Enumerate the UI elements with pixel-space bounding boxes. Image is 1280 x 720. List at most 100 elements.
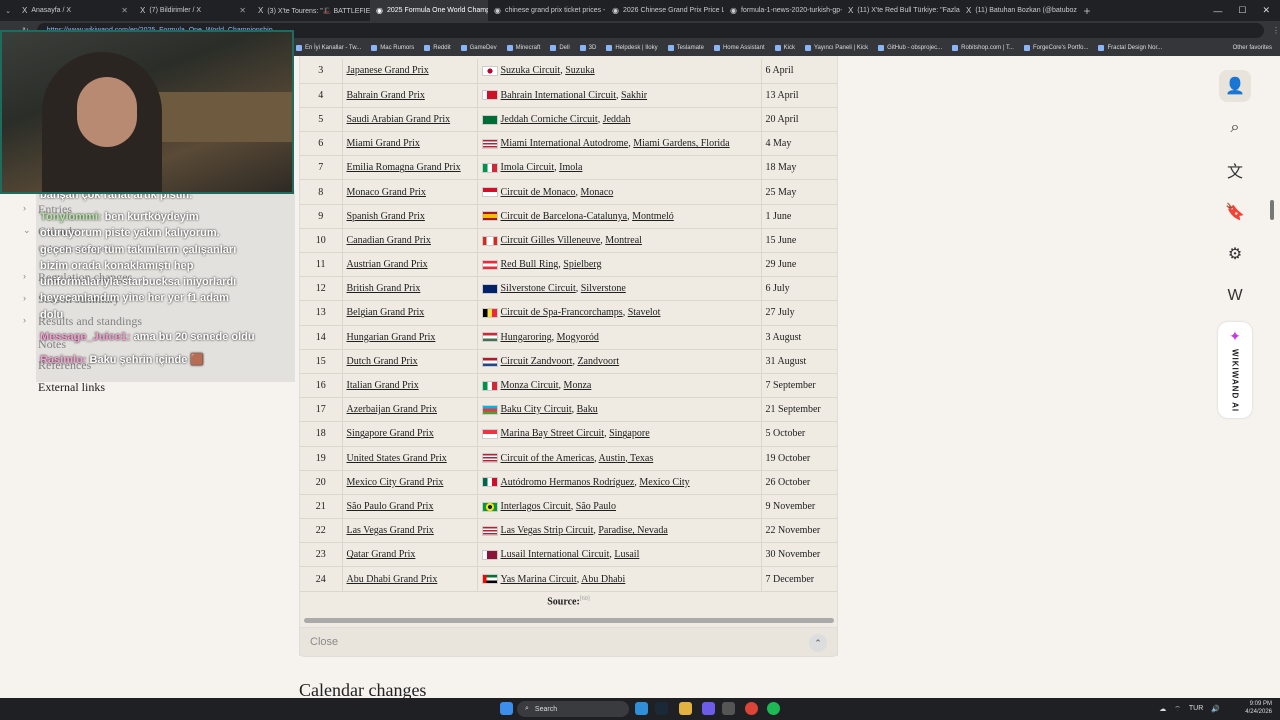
- circuit-link[interactable]: Miami International Autodrome: [501, 138, 629, 149]
- new-tab-icon[interactable]: +: [1078, 4, 1096, 18]
- circuit-link[interactable]: Baku City Circuit: [501, 404, 572, 415]
- city-link[interactable]: Baku: [577, 404, 598, 415]
- grand-prix-link[interactable]: Miami Grand Prix: [347, 138, 420, 149]
- bookmark-item[interactable]: Minecraft: [506, 45, 540, 51]
- folder-icon[interactable]: [679, 702, 692, 715]
- circuit-link[interactable]: Yas Marina Circuit: [501, 574, 577, 585]
- settings-icon[interactable]: ⚙: [1219, 238, 1251, 270]
- close-window-icon[interactable]: ✕: [1262, 5, 1270, 16]
- city-link[interactable]: Imola: [559, 162, 582, 173]
- grand-prix-link[interactable]: Monaco Grand Prix: [347, 187, 426, 198]
- browser-tab[interactable]: X(3) X'te Tourens: "🎩 BATTLEFIELD✕: [252, 0, 370, 21]
- city-link[interactable]: Suzuka: [565, 65, 594, 76]
- circuit-link[interactable]: Circuit Gilles Villeneuve: [501, 235, 601, 246]
- circuit-link[interactable]: Las Vegas Strip Circuit: [501, 525, 594, 536]
- city-link[interactable]: Spielberg: [563, 259, 601, 270]
- bookmark-item[interactable]: ForgeCore's Portfo...: [1023, 45, 1088, 51]
- page-scrollbar[interactable]: [1270, 200, 1274, 220]
- chevron-up-icon[interactable]: ⌃: [809, 634, 827, 652]
- bookmark-item[interactable]: En İyi Kanallar - Tw...: [296, 45, 361, 51]
- chevron-down-icon[interactable]: ⌄: [23, 225, 31, 236]
- circuit-link[interactable]: Autódromo Hermanos Rodríguez: [501, 477, 635, 488]
- taskbar-search[interactable]: ⌕ Search: [517, 701, 629, 717]
- bookmark-item[interactable]: Helpdesk | Iloky: [606, 45, 658, 51]
- circuit-link[interactable]: Suzuka Circuit: [501, 65, 561, 76]
- close-tab-icon[interactable]: ✕: [239, 6, 246, 15]
- chrome-icon[interactable]: [745, 702, 758, 715]
- edge-icon[interactable]: [635, 702, 648, 715]
- bookmark-item[interactable]: Fractal Design Nor...: [1098, 45, 1162, 51]
- bookmark-icon[interactable]: 🔖: [1219, 196, 1251, 228]
- bookmark-item[interactable]: Yayıncı Paneli | Kick: [804, 45, 868, 51]
- city-link[interactable]: Jeddah: [603, 114, 631, 125]
- circuit-link[interactable]: Monza Circuit: [501, 380, 559, 391]
- circuit-link[interactable]: Circuit de Monaco: [501, 187, 576, 198]
- grand-prix-link[interactable]: Singapore Grand Prix: [347, 428, 434, 439]
- cloud-icon[interactable]: ☁: [1159, 705, 1166, 714]
- city-link[interactable]: Austin, Texas: [599, 453, 654, 464]
- start-icon[interactable]: [500, 702, 513, 715]
- grand-prix-link[interactable]: Spanish Grand Prix: [347, 211, 425, 222]
- grand-prix-link[interactable]: Abu Dhabi Grand Prix: [347, 574, 438, 585]
- bookmark-item[interactable]: Dell: [550, 45, 570, 51]
- city-link[interactable]: Mexico City: [639, 477, 689, 488]
- search-icon[interactable]: ⌕: [1219, 112, 1251, 144]
- city-link[interactable]: Silverstone: [581, 283, 626, 294]
- grand-prix-link[interactable]: Italian Grand Prix: [347, 380, 419, 391]
- city-link[interactable]: Monaco: [580, 187, 613, 198]
- volume-icon[interactable]: 🔊: [1211, 705, 1220, 714]
- bookmark-item[interactable]: 3D: [579, 45, 596, 51]
- circuit-link[interactable]: Silverstone Circuit: [501, 283, 576, 294]
- grand-prix-link[interactable]: Hungarian Grand Prix: [347, 332, 436, 343]
- grand-prix-link[interactable]: United States Grand Prix: [347, 453, 447, 464]
- spotify-icon[interactable]: [767, 702, 780, 715]
- circuit-link[interactable]: Lusail International Circuit: [501, 549, 610, 560]
- bookmark-item[interactable]: Robitshop.com | T...: [952, 45, 1014, 51]
- lang-indicator[interactable]: TUR: [1189, 705, 1203, 714]
- bookmark-item[interactable]: Mac Rumors: [371, 45, 414, 51]
- circuit-link[interactable]: Circuit Zandvoort: [501, 356, 573, 367]
- wikiwand-logo-icon[interactable]: W: [1219, 280, 1251, 312]
- circuit-link[interactable]: Jeddah Corniche Circuit: [501, 114, 598, 125]
- browser-tab[interactable]: ◉chinese grand prix ticket prices -✕: [488, 0, 606, 21]
- translate-icon[interactable]: 文: [1219, 154, 1251, 186]
- chevron-right-icon[interactable]: ›: [23, 315, 26, 325]
- wifi-icon[interactable]: ⌔: [1174, 705, 1181, 714]
- circuit-link[interactable]: Marina Bay Street Circuit: [501, 428, 605, 439]
- browser-tab[interactable]: X(11) Batuhan Bozkan (@batuboz✕: [960, 0, 1078, 21]
- circuit-link[interactable]: Bahrain International Circuit: [501, 90, 617, 101]
- browser-tab[interactable]: X Anasayfa / X ✕: [16, 0, 134, 21]
- grand-prix-link[interactable]: Japanese Grand Prix: [347, 65, 429, 76]
- close-tab-icon[interactable]: ✕: [121, 6, 128, 15]
- circuit-link[interactable]: Interlagos Circuit: [501, 501, 571, 512]
- circuit-link[interactable]: Imola Circuit: [501, 162, 555, 173]
- city-link[interactable]: Abu Dhabi: [581, 574, 625, 585]
- city-link[interactable]: Lusail: [614, 549, 639, 560]
- city-link[interactable]: Monza: [564, 380, 592, 391]
- city-link[interactable]: São Paulo: [576, 501, 616, 512]
- grand-prix-link[interactable]: Dutch Grand Prix: [347, 356, 418, 367]
- grand-prix-link[interactable]: British Grand Prix: [347, 283, 421, 294]
- grand-prix-link[interactable]: Las Vegas Grand Prix: [347, 525, 434, 536]
- city-link[interactable]: Miami Gardens, Florida: [633, 138, 729, 149]
- city-link[interactable]: Paradise, Nevada: [598, 525, 667, 536]
- toc-item[interactable]: External links: [38, 380, 105, 395]
- city-link[interactable]: Sakhir: [621, 90, 647, 101]
- close-table-bar[interactable]: Close ⌃: [299, 627, 838, 657]
- discord-icon[interactable]: [702, 702, 715, 715]
- grand-prix-link[interactable]: Emilia Romagna Grand Prix: [347, 162, 461, 173]
- circuit-link[interactable]: Circuit de Spa-Francorchamps: [501, 307, 623, 318]
- bookmark-item[interactable]: Kick: [774, 45, 795, 51]
- chevron-right-icon[interactable]: ›: [23, 293, 26, 303]
- extensions-icon[interactable]: ⋮: [1272, 26, 1280, 35]
- bookmark-item[interactable]: Reddit: [424, 45, 451, 51]
- grand-prix-link[interactable]: Azerbaijan Grand Prix: [347, 404, 438, 415]
- grand-prix-link[interactable]: São Paulo Grand Prix: [347, 501, 434, 512]
- browser-tab[interactable]: ◉formula-1-news-2020-turkish-gp-✕: [724, 0, 842, 21]
- account-icon[interactable]: 👤: [1219, 70, 1251, 102]
- bookmark-item[interactable]: GitHub - obsprojec...: [878, 45, 942, 51]
- horizontal-scrollbar[interactable]: [304, 618, 834, 623]
- grand-prix-link[interactable]: Saudi Arabian Grand Prix: [347, 114, 451, 125]
- browser-tab[interactable]: X (7) Bildirimler / X ✕: [134, 0, 252, 21]
- other-bookmarks[interactable]: Other favorites: [1233, 45, 1280, 51]
